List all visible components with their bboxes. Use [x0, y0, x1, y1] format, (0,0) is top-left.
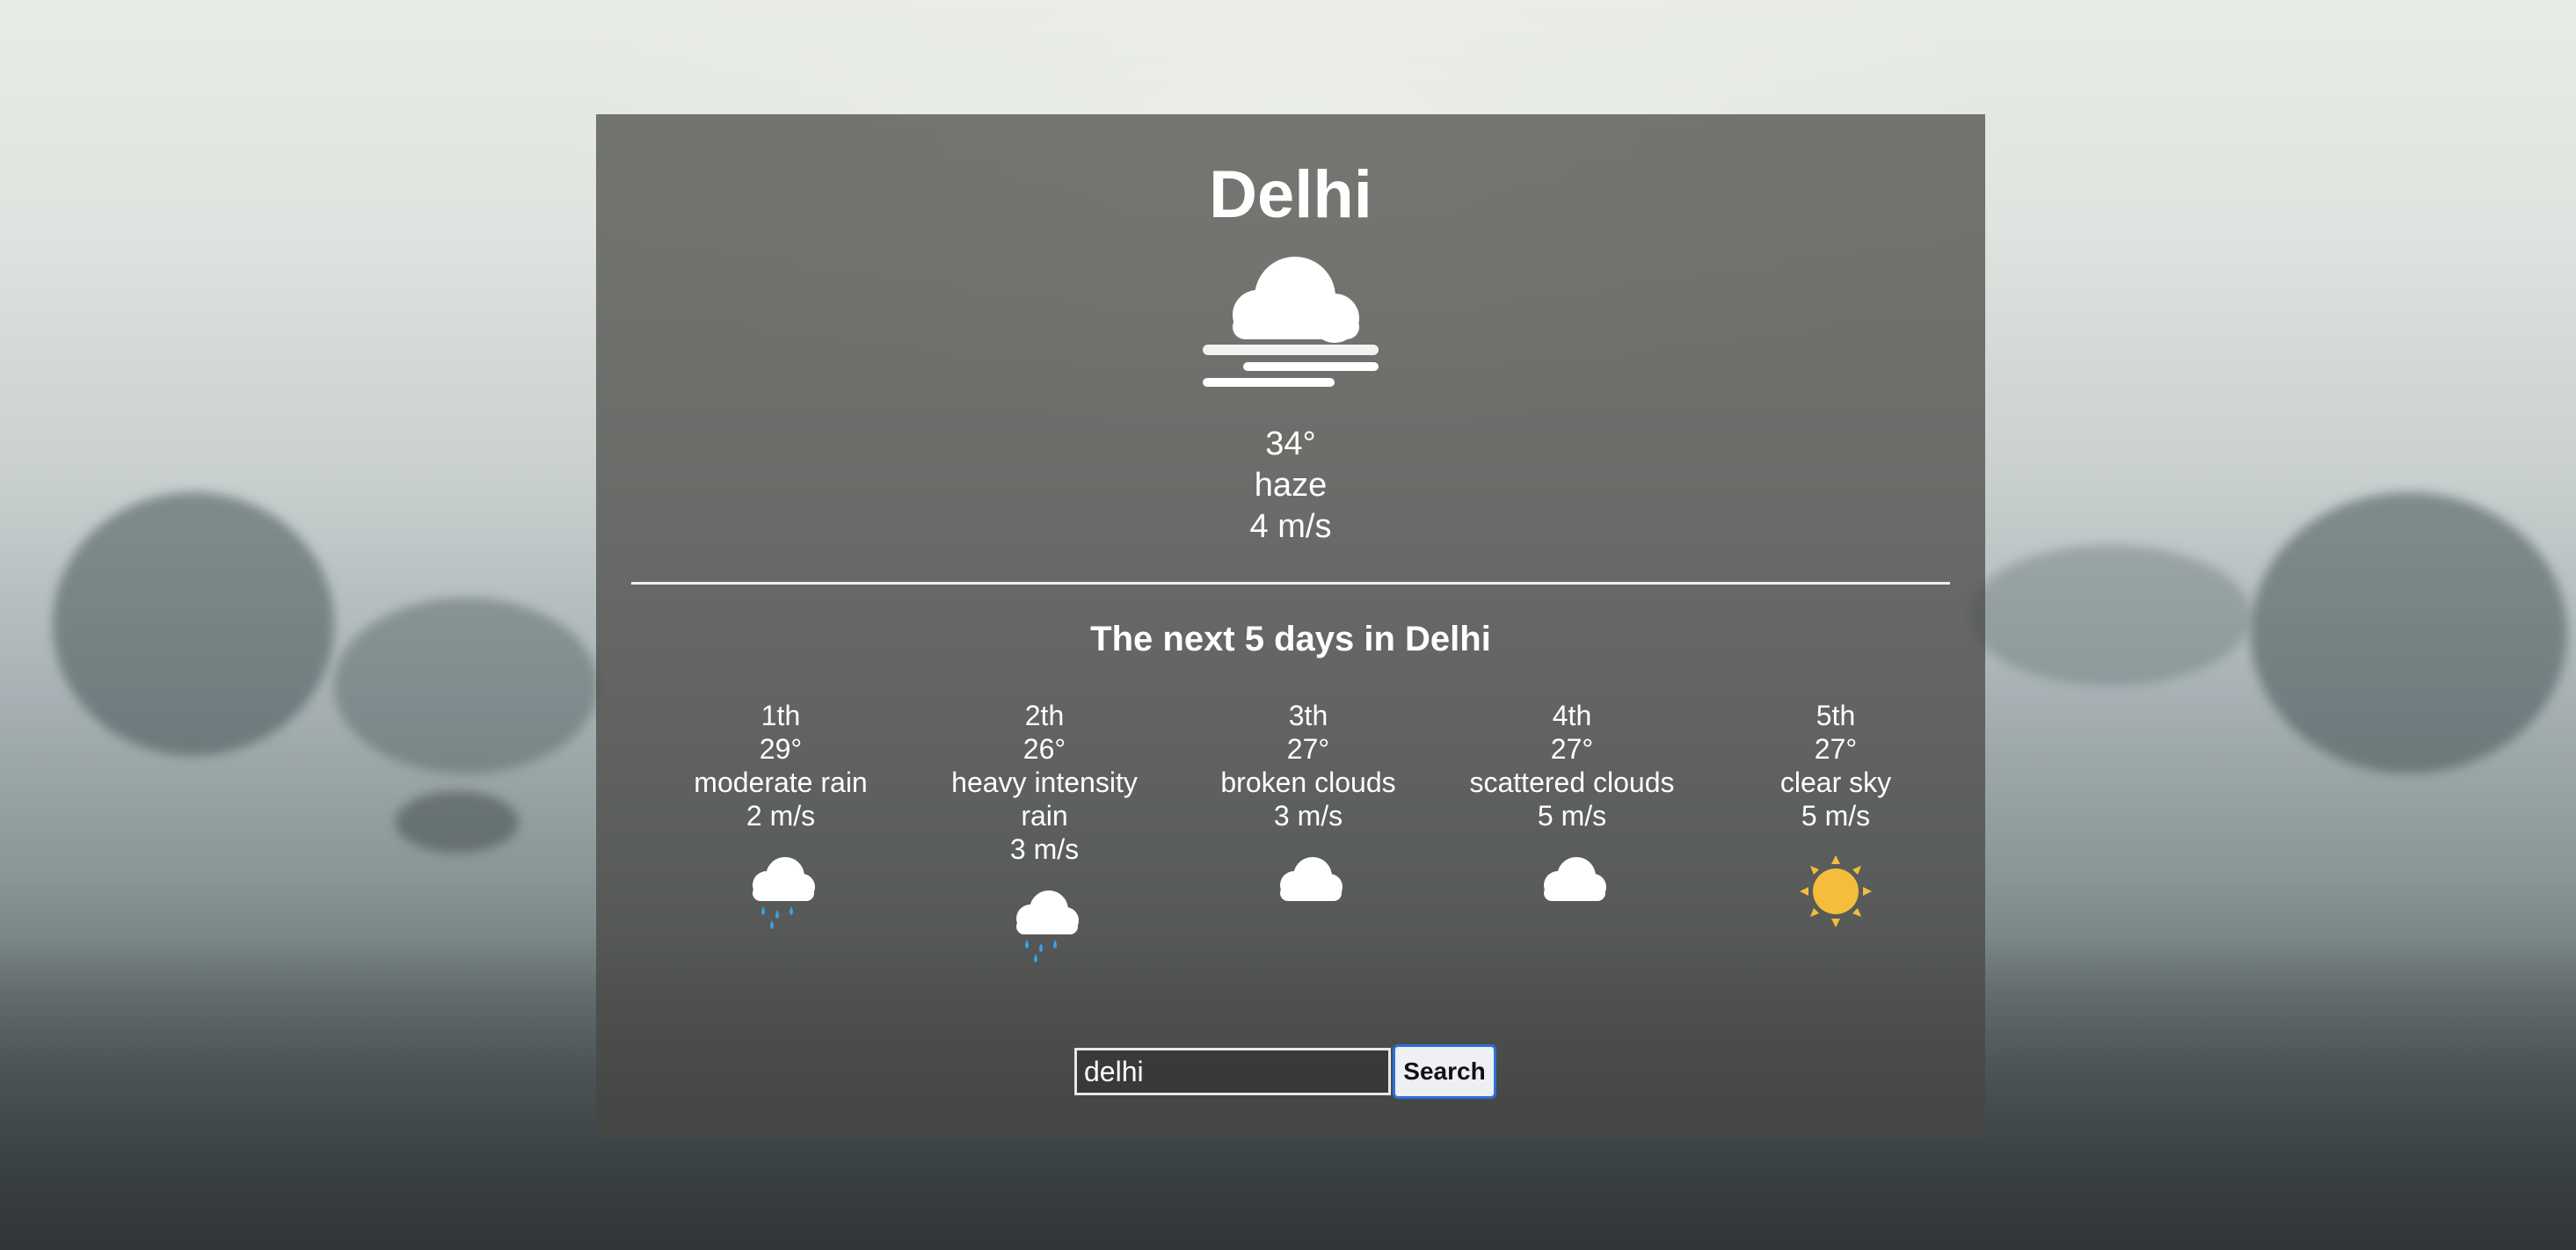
forecast-description: moderate rain	[694, 767, 868, 798]
forecast-day: 2th 26° heavy intensity rain 3 m/s	[913, 699, 1176, 964]
forecast-wind: 5 m/s	[1537, 800, 1607, 832]
forecast-wind: 3 m/s	[1273, 800, 1343, 832]
tree-silhouette	[1969, 545, 2251, 686]
forecast-wind: 2 m/s	[746, 800, 816, 832]
search-bar: Search	[1074, 1044, 1496, 1099]
forecast-day-label: 2th	[1024, 700, 1065, 731]
forecast-description: heavy intensity rain	[951, 767, 1138, 832]
tree-silhouette	[334, 598, 598, 774]
forecast-temperature: 29°	[759, 733, 803, 765]
current-description: haze	[1254, 467, 1328, 504]
cloud-icon	[1544, 857, 1606, 901]
cloud-icon	[1280, 857, 1343, 901]
forecast-temperature: 27°	[1550, 733, 1594, 765]
search-button[interactable]: Search	[1393, 1044, 1496, 1099]
tree-silhouette	[2251, 492, 2567, 774]
forecast-description: broken clouds	[1220, 767, 1396, 798]
forecast-day: 4th 27° scattered clouds 5 m/s	[1440, 699, 1704, 964]
forecast-description: clear sky	[1779, 767, 1892, 798]
forecast-wind: 5 m/s	[1801, 800, 1871, 832]
divider	[631, 582, 1950, 585]
forecast-temperature: 27°	[1814, 733, 1858, 765]
haze-cloud-icon	[1203, 257, 1379, 387]
forecast-list: 1th 29° moderate rain 2 m/s 2th 26° heav…	[649, 699, 1968, 964]
forecast-temperature: 26°	[1022, 733, 1066, 765]
city-title: Delhi	[1209, 157, 1372, 232]
forecast-day-label: 5th	[1816, 700, 1856, 731]
forecast-day-label: 3th	[1288, 700, 1328, 731]
forecast-wind: 3 m/s	[1009, 833, 1080, 865]
forecast-day-label: 1th	[760, 700, 801, 731]
current-weather: 34° haze 4 m/s	[596, 424, 1985, 548]
forecast-title: The next 5 days in Delhi	[1090, 620, 1491, 658]
sun-icon	[1800, 855, 1872, 927]
bush-silhouette	[396, 791, 519, 853]
forecast-day-label: 4th	[1552, 700, 1592, 731]
forecast-day: 1th 29° moderate rain 2 m/s	[649, 699, 913, 964]
forecast-temperature: 27°	[1286, 733, 1330, 765]
tree-silhouette	[53, 492, 334, 756]
current-temperature: 34°	[1265, 425, 1316, 462]
current-wind: 4 m/s	[1249, 508, 1332, 545]
forecast-description: scattered clouds	[1469, 767, 1675, 798]
forecast-day: 5th 27° clear sky 5 m/s	[1704, 699, 1968, 964]
search-input[interactable]	[1074, 1048, 1391, 1095]
forecast-day: 3th 27° broken clouds 3 m/s	[1176, 699, 1440, 964]
rain-cloud-icon	[1016, 890, 1079, 963]
weather-panel: Delhi 34° haze 4 m/s The next 5 days in …	[596, 114, 1985, 1139]
rain-cloud-icon	[753, 857, 815, 929]
